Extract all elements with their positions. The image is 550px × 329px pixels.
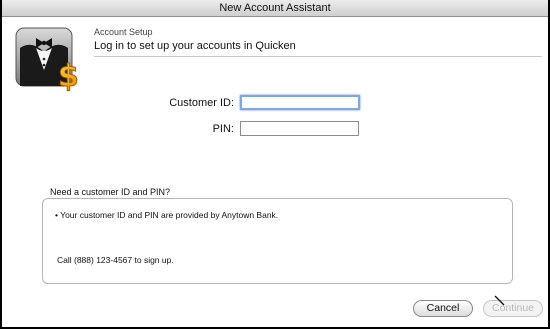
help-box: • Your customer ID and PIN are provided …: [42, 198, 513, 284]
butler-tuxedo-dollar-icon: $: [15, 27, 79, 92]
customer-id-input[interactable]: [240, 95, 360, 110]
pin-input[interactable]: [240, 121, 359, 136]
help-heading: Need a customer ID and PIN?: [50, 187, 171, 197]
help-bullet-text: • Your customer ID and PIN are provided …: [55, 210, 279, 220]
cancel-button[interactable]: Cancel: [413, 300, 473, 317]
header-section-label: Account Setup: [94, 27, 153, 37]
svg-text:$: $: [58, 59, 79, 92]
page-title: Log in to set up your accounts in Quicke…: [94, 40, 296, 52]
window-title: New Account Assistant: [219, 2, 331, 14]
continue-button[interactable]: Continue: [483, 300, 543, 317]
customer-id-label: Customer ID:: [169, 97, 234, 109]
mouse-cursor-icon: [494, 295, 505, 306]
help-phone-text: Call (888) 123-4567 to sign up.: [57, 255, 174, 265]
header-divider: [94, 56, 542, 57]
pin-label: PIN:: [212, 123, 234, 135]
new-account-assistant-window: New Account Assistant $ Account Setup Lo…: [0, 0, 550, 329]
window-titlebar[interactable]: New Account Assistant: [2, 0, 548, 17]
